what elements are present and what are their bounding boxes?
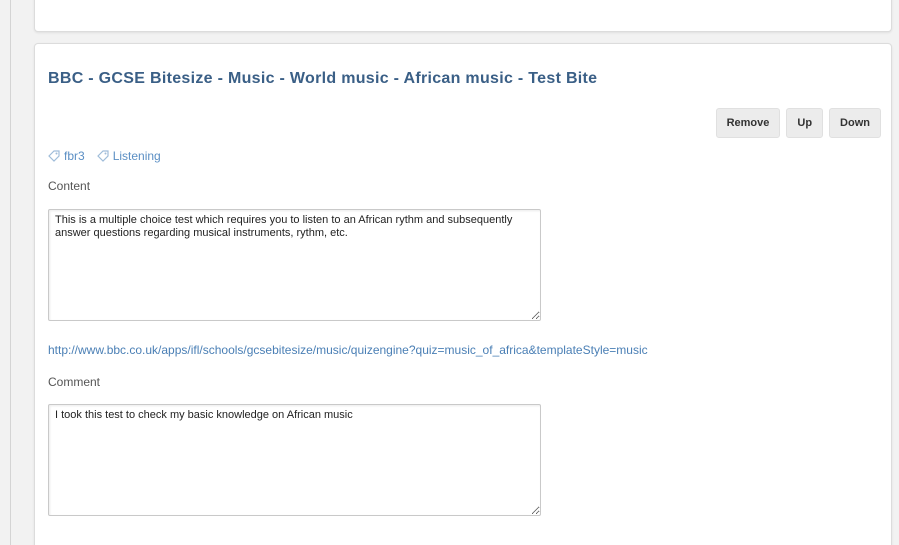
comment-label: Comment: [48, 375, 101, 389]
left-divider: [10, 0, 11, 545]
previous-item-card: [34, 0, 892, 32]
content-textarea[interactable]: This is a multiple choice test which req…: [48, 209, 541, 321]
remove-button[interactable]: Remove: [715, 108, 781, 138]
tag-list: fbr3 Listening: [48, 149, 161, 163]
page: BBC - GCSE Bitesize - Music - World musi…: [0, 0, 899, 545]
item-actions: Remove Up Down: [715, 108, 881, 138]
move-up-button[interactable]: Up: [786, 108, 824, 138]
tag-label: fbr3: [64, 149, 85, 163]
tag-fbr3[interactable]: fbr3: [48, 149, 85, 163]
content-label: Content: [48, 179, 91, 193]
tag-label: Listening: [112, 149, 161, 163]
tag-icon: [48, 150, 60, 162]
tag-listening[interactable]: Listening: [96, 149, 161, 163]
comment-textarea[interactable]: I took this test to check my basic knowl…: [48, 404, 541, 516]
item-title: BBC - GCSE Bitesize - Music - World musi…: [48, 70, 598, 87]
item-url-link[interactable]: http://www.bbc.co.uk/apps/ifl/schools/gc…: [48, 343, 648, 357]
move-down-button[interactable]: Down: [829, 108, 881, 138]
tag-icon: [96, 150, 109, 162]
bookmark-item-card: BBC - GCSE Bitesize - Music - World musi…: [34, 43, 892, 545]
